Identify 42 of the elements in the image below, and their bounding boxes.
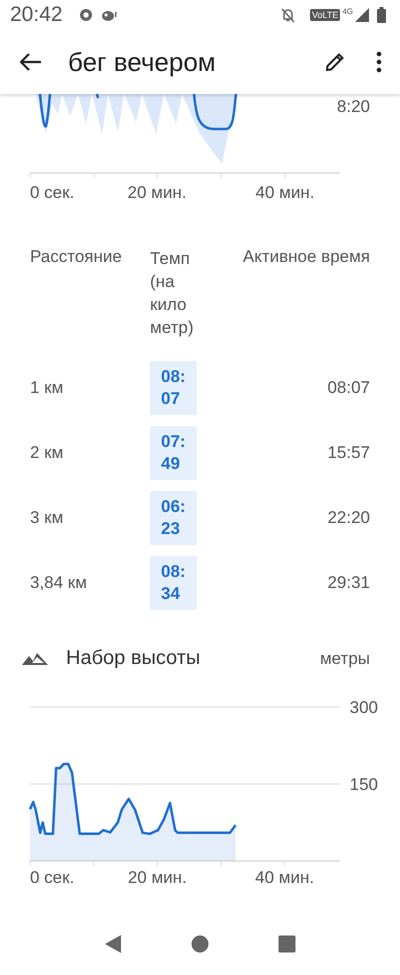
clock-time: 20:42 [10, 3, 63, 27]
time-cell-text: 22:20 [326, 508, 370, 528]
axis-label: 0 сек. [30, 183, 74, 202]
axis-label: 20 мин. [128, 183, 186, 202]
distance-cell-text: 3,84 км [30, 572, 88, 592]
axis-label: 20 мин. [128, 868, 187, 883]
pace-bar: 06:23 [150, 490, 197, 544]
back-nav-icon[interactable] [104, 934, 122, 954]
axis-label: 300 [350, 698, 378, 717]
axis-label: 40 мин. [255, 868, 314, 883]
column-header: Темп (на километр) [150, 248, 194, 339]
mountain-icon [22, 652, 48, 666]
column-header: Активное время [242, 247, 370, 267]
axis-label: 0 сек. [30, 868, 74, 883]
signal-icon [355, 8, 369, 22]
axis-label: 40 мин. [256, 183, 314, 202]
notification-icon [100, 8, 117, 22]
unit-label: метры [320, 648, 370, 668]
back-arrow-icon [20, 53, 42, 71]
screen-title: бег вечером [68, 46, 217, 78]
network-badge: VoLTE [310, 9, 340, 21]
network-type: 4G [342, 6, 353, 16]
muted-bell-icon [280, 7, 296, 23]
axis-label: 8:20 [336, 97, 370, 116]
distance-cell-text: 1 км [30, 378, 64, 398]
browser-icon [78, 8, 93, 22]
time-cell-text: 08:07 [326, 378, 370, 398]
axis-label: 150 [350, 775, 378, 794]
home-nav-icon[interactable] [190, 935, 209, 953]
pace-bar: 08:07 [150, 360, 197, 414]
pace-bar: 08:34 [150, 556, 197, 610]
distance-cell-text: 2 км [30, 442, 64, 462]
pace-bar: 07:49 [150, 426, 197, 480]
time-cell-text: 29:31 [326, 572, 370, 592]
time-cell-text: 15:57 [326, 442, 370, 462]
column-header: Расстояние [30, 247, 123, 267]
pencil-icon [324, 51, 346, 73]
battery-icon [377, 7, 386, 23]
more-icon [376, 51, 382, 73]
recents-nav-icon[interactable] [278, 935, 296, 953]
distance-cell-text: 3 км [30, 508, 64, 528]
section-title: Набор высоты [66, 647, 202, 670]
